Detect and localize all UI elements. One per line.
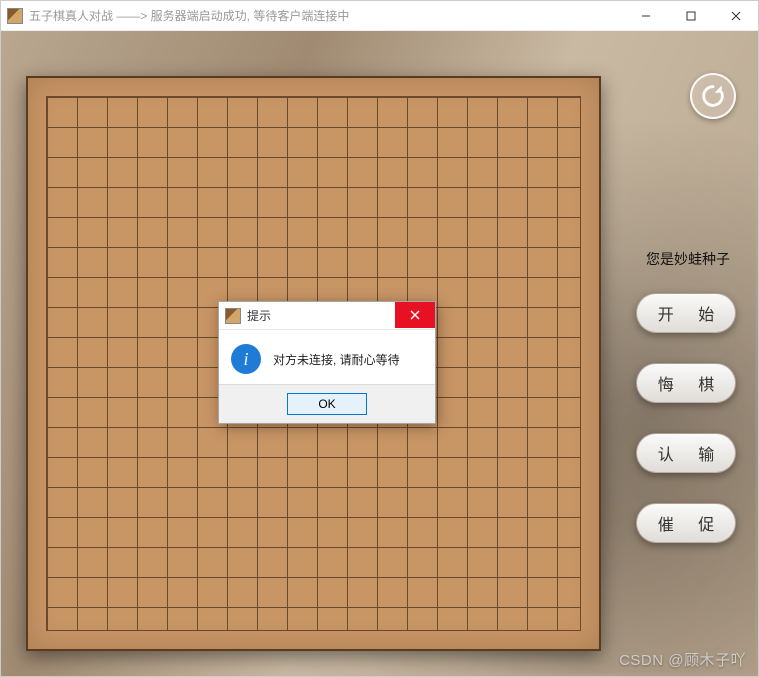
- dialog-ok-button[interactable]: OK: [287, 393, 367, 415]
- resign-button[interactable]: 认 输: [636, 433, 736, 473]
- game-area: 您是妙蛙种子 开 始 悔 棋 认 输 催 促 提示 i 对方未连接, 请耐心等待…: [1, 31, 758, 676]
- refresh-icon: [699, 82, 727, 110]
- info-icon: i: [231, 344, 261, 374]
- info-dialog: 提示 i 对方未连接, 请耐心等待 OK: [218, 301, 436, 424]
- dialog-titlebar: 提示: [219, 302, 435, 330]
- watermark: CSDN @顾木子吖: [619, 649, 746, 670]
- urge-button[interactable]: 催 促: [636, 503, 736, 543]
- dialog-title: 提示: [247, 307, 271, 324]
- dialog-close-button[interactable]: [395, 302, 435, 328]
- window-close-button[interactable]: [713, 1, 758, 31]
- maximize-button[interactable]: [668, 1, 713, 31]
- app-window: 五子棋真人对战 ——> 服务器端启动成功, 等待客户端连接中 您是妙蛙种子: [0, 0, 759, 677]
- refresh-button[interactable]: [690, 73, 736, 119]
- dialog-body: i 对方未连接, 请耐心等待: [219, 330, 435, 384]
- window-title: 五子棋真人对战 ——> 服务器端启动成功, 等待客户端连接中: [29, 7, 349, 24]
- dialog-app-icon: [225, 308, 241, 324]
- start-button[interactable]: 开 始: [636, 293, 736, 333]
- dialog-footer: OK: [219, 384, 435, 423]
- close-icon: [410, 310, 420, 320]
- undo-button[interactable]: 悔 棋: [636, 363, 736, 403]
- player-label: 您是妙蛙种子: [646, 249, 730, 269]
- titlebar: 五子棋真人对战 ——> 服务器端启动成功, 等待客户端连接中: [1, 1, 758, 31]
- dialog-message: 对方未连接, 请耐心等待: [273, 351, 400, 368]
- side-buttons: 开 始 悔 棋 认 输 催 促: [636, 293, 736, 543]
- minimize-button[interactable]: [623, 1, 668, 31]
- app-icon: [7, 8, 23, 24]
- window-controls: [623, 1, 758, 31]
